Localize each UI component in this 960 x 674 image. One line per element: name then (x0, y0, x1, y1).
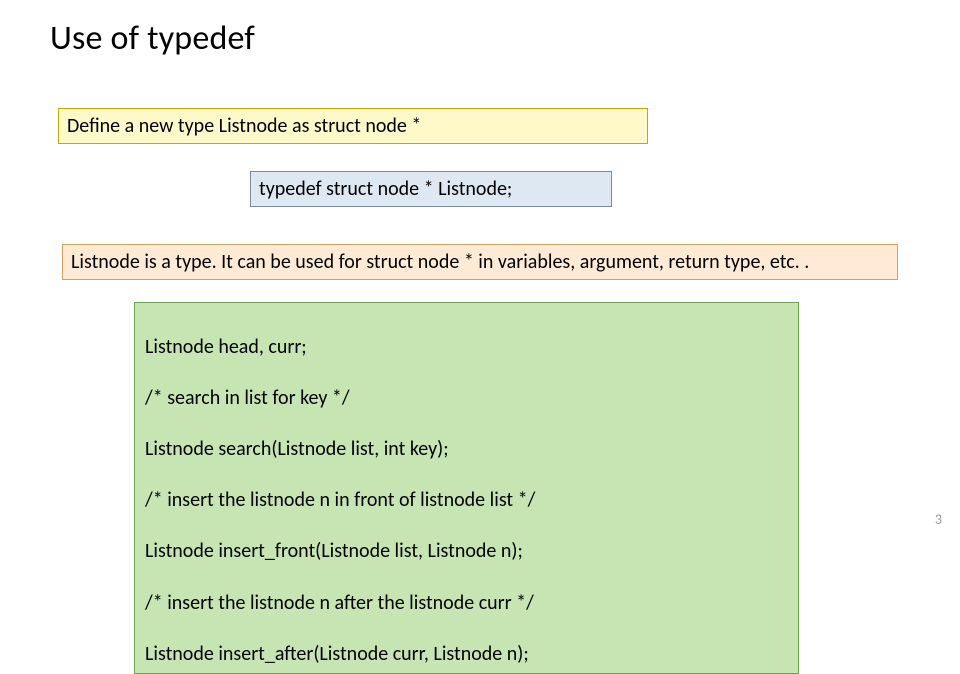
slide-title: Use of typedef (50, 18, 255, 59)
code-line: Listnode insert_front(Listnode list, Lis… (145, 539, 523, 563)
typedef-code-box: typedef struct node * Listnode; (250, 171, 612, 207)
page-number: 3 (935, 511, 942, 528)
code-line: Listnode search(Listnode list, int key); (145, 437, 449, 461)
slide: Use of typedef Define a new type Listnod… (0, 0, 960, 540)
code-line: /* search in list for key */ (145, 386, 350, 410)
code-example-box: Listnode head, curr; /* search in list f… (134, 302, 799, 674)
code-line: /* insert the listnode n after the listn… (145, 591, 534, 615)
code-line: Listnode head, curr; (145, 335, 307, 359)
explanation-box: Listnode is a type. It can be used for s… (62, 244, 898, 280)
define-type-box: Define a new type Listnode as struct nod… (58, 108, 648, 144)
code-line: Listnode insert_after(Listnode curr, Lis… (145, 642, 529, 666)
code-line: /* insert the listnode n in front of lis… (145, 488, 535, 512)
